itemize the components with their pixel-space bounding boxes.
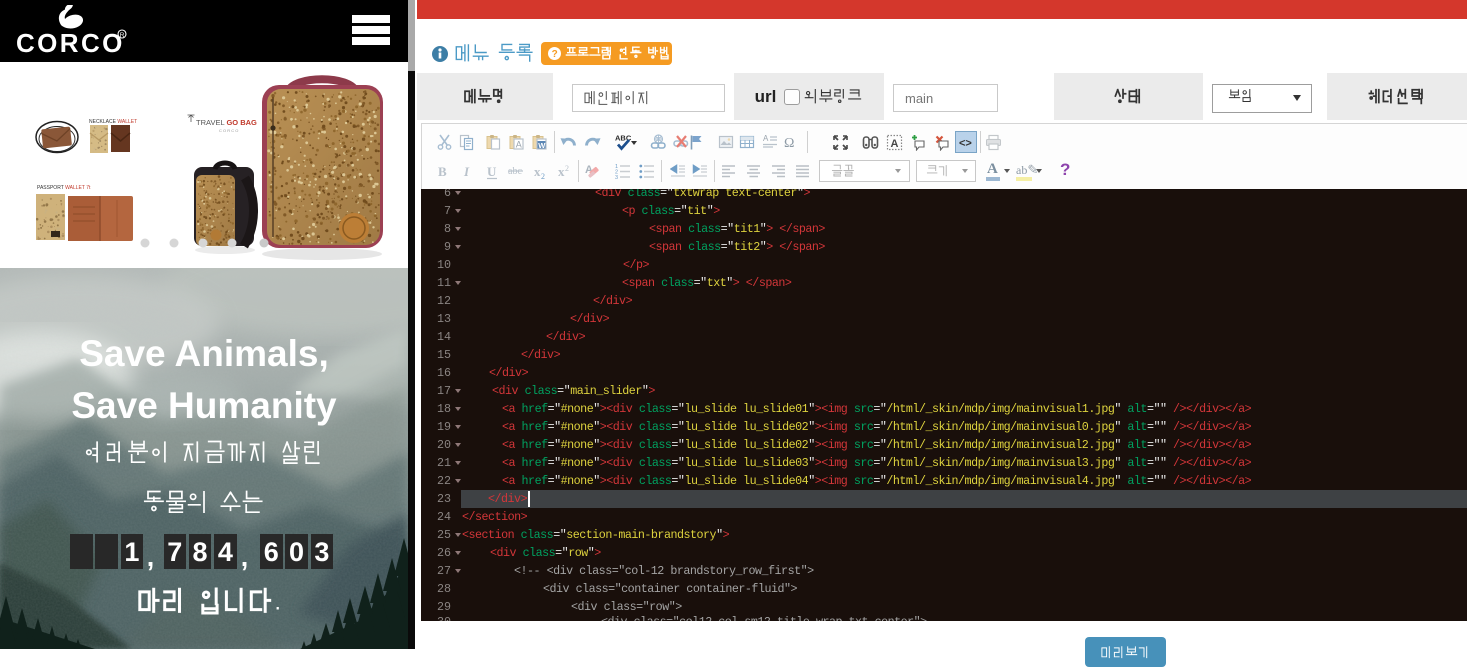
svg-text:2: 2 <box>565 164 569 173</box>
svg-text:A: A <box>763 134 769 143</box>
svg-text:W: W <box>538 140 546 149</box>
svg-text:NECKLACE WALLET: NECKLACE WALLET <box>89 119 137 125</box>
svg-text:3: 3 <box>615 175 618 180</box>
svg-text:U: U <box>487 164 497 179</box>
svg-text:A: A <box>890 138 898 150</box>
svg-text:CORCO: CORCO <box>16 28 125 57</box>
svg-text:PASSPORT WALLET 7t: PASSPORT WALLET 7t <box>37 185 91 191</box>
svg-text:TRAVEL GO BAG: TRAVEL GO BAG <box>196 118 257 127</box>
svg-text:A: A <box>515 139 521 149</box>
svg-text:?: ? <box>552 49 558 60</box>
svg-text:R: R <box>120 32 125 39</box>
svg-text:<>: <> <box>959 137 972 149</box>
svg-text:x: x <box>558 164 565 179</box>
svg-text:x: x <box>534 164 541 179</box>
svg-text:I: I <box>463 164 470 179</box>
svg-text:2: 2 <box>541 172 545 180</box>
svg-text:.: . <box>274 588 280 614</box>
svg-text:B: B <box>438 164 447 179</box>
svg-text:C O R C O: C O R C O <box>219 128 238 133</box>
svg-text:Ω: Ω <box>784 136 794 151</box>
